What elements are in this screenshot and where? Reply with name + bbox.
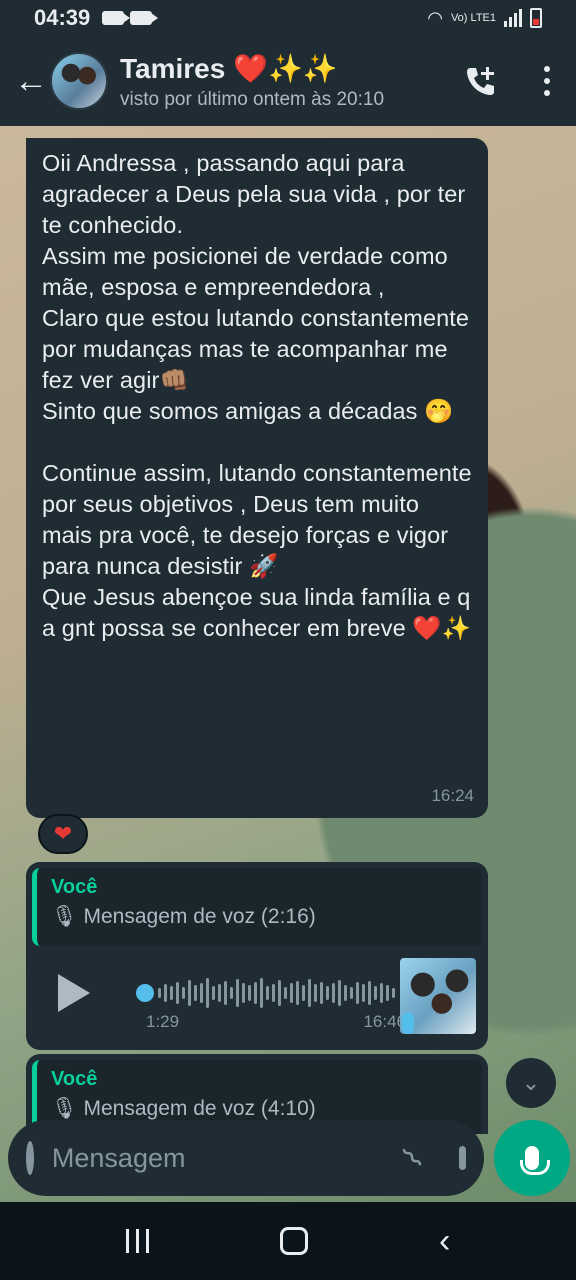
voice-duration: 1:29 bbox=[146, 1012, 180, 1031]
quote-text: 🎙 Mensagem de voz (4:10) bbox=[51, 1097, 316, 1120]
signal-icon bbox=[504, 9, 522, 27]
voice-seek-handle[interactable] bbox=[136, 984, 154, 1002]
voice-message-bubble[interactable]: Você 🎙 Mensagem de voz (2:16) 1:29 16:46 bbox=[26, 862, 488, 1050]
home-icon[interactable] bbox=[279, 1227, 308, 1255]
status-time: 04:39 bbox=[34, 5, 91, 30]
mic-button[interactable] bbox=[494, 1120, 570, 1196]
wifi-icon: ◠ bbox=[427, 7, 443, 28]
contact-info[interactable]: Tamires ❤️✨✨ visto por último ontem às 2… bbox=[120, 52, 384, 111]
avatar[interactable] bbox=[50, 52, 108, 110]
recent-apps-icon[interactable] bbox=[125, 1229, 149, 1253]
waveform[interactable] bbox=[158, 976, 395, 1010]
quote-author: Você bbox=[51, 1068, 98, 1090]
more-vert-icon[interactable] bbox=[532, 66, 562, 96]
video-icon bbox=[102, 11, 131, 25]
message-bubble[interactable]: Oii Andressa , passando aqui para agrade… bbox=[26, 138, 488, 818]
scroll-down-icon[interactable]: ⌄ bbox=[506, 1058, 556, 1108]
recording-indicators bbox=[102, 11, 159, 25]
message-input[interactable] bbox=[51, 1142, 406, 1174]
contact-name: Tamires ❤️✨✨ bbox=[120, 52, 338, 84]
battery-icon bbox=[530, 8, 542, 28]
quote-author: Você bbox=[51, 876, 98, 898]
reaction-heart[interactable]: ❤ bbox=[38, 814, 88, 854]
chat-area[interactable]: Oii Andressa , passando aqui para agrade… bbox=[0, 126, 576, 1202]
back-icon[interactable]: ‹ bbox=[439, 1222, 450, 1261]
message-text: Oii Andressa , passando aqui para agrade… bbox=[42, 150, 472, 641]
network-label: Vo) LTE1 bbox=[450, 12, 496, 24]
mic-icon bbox=[520, 1146, 550, 1175]
system-nav-bar: ‹ bbox=[0, 1202, 576, 1280]
play-icon[interactable] bbox=[58, 974, 90, 1012]
message-composer: ⌇ bbox=[8, 1120, 486, 1196]
message-time: 16:24 bbox=[431, 786, 474, 805]
status-bar: 04:39 ◠ Vo) LTE1 bbox=[0, 0, 576, 36]
status-right: ◠ Vo) LTE1 bbox=[427, 8, 542, 29]
add-call-icon[interactable] bbox=[464, 64, 498, 98]
quoted-message[interactable]: Você 🎙 Mensagem de voz (2:16) bbox=[32, 868, 482, 946]
quote-text: 🎙 Mensagem de voz (2:16) bbox=[51, 905, 316, 928]
last-seen: visto por último ontem às 20:10 bbox=[120, 88, 385, 110]
video-icon bbox=[130, 11, 159, 25]
camera-icon[interactable] bbox=[458, 1146, 486, 1170]
mic-icon bbox=[402, 1012, 414, 1034]
chat-header: ← Tamires ❤️✨✨ visto por último ontem às… bbox=[0, 36, 576, 126]
emoji-icon[interactable] bbox=[26, 1141, 51, 1175]
arrow-left-icon[interactable]: ← bbox=[14, 62, 50, 101]
